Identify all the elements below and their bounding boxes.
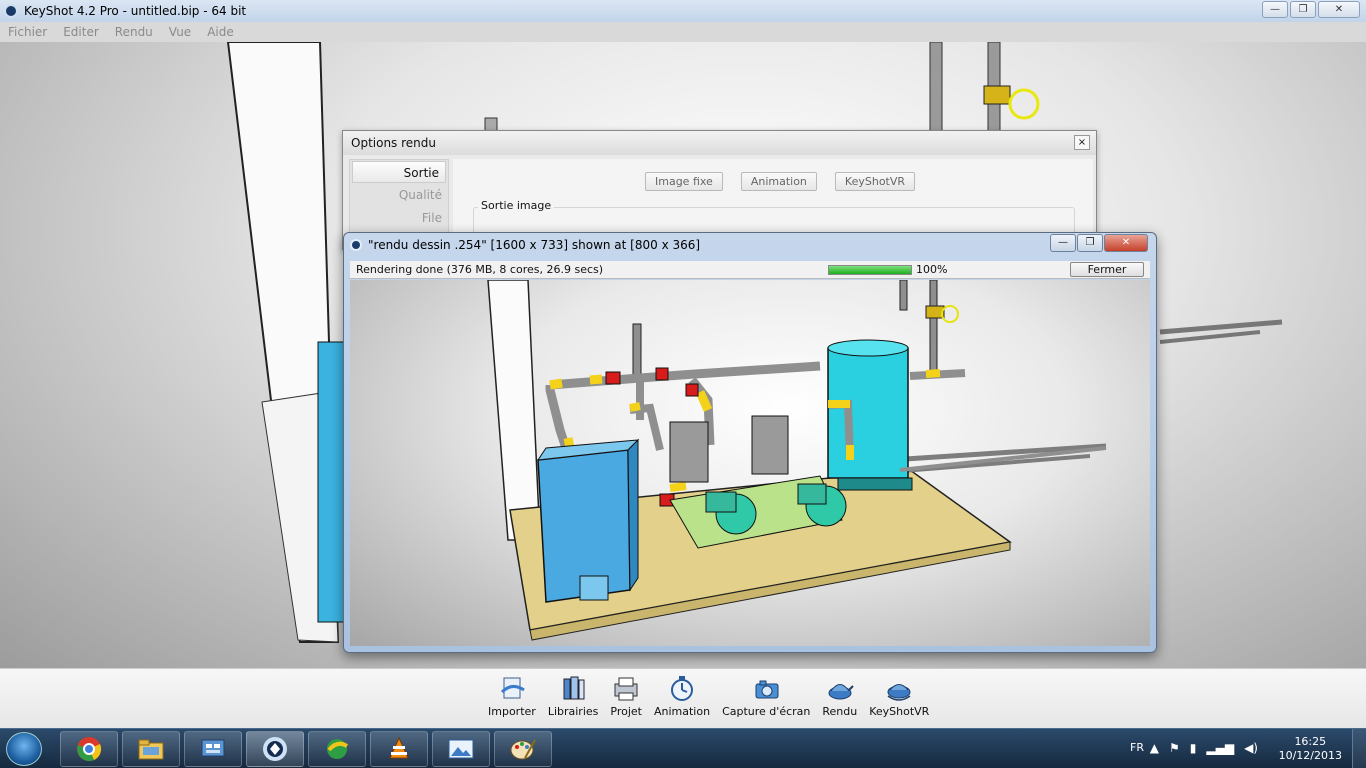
toolbar-rendu[interactable]: Rendu bbox=[816, 675, 863, 718]
taskbar-control-panel[interactable] bbox=[184, 731, 242, 767]
valve-red-2 bbox=[655, 367, 669, 381]
vlc-icon bbox=[389, 736, 409, 759]
toolbar-projet[interactable]: Projet bbox=[604, 675, 648, 718]
render-window-title: "rendu dessin .254" [1600 x 733] shown a… bbox=[368, 238, 701, 252]
render-options-title-text: Options rendu bbox=[351, 136, 436, 150]
tray-volume-icon[interactable]: ◀) bbox=[1244, 741, 1258, 755]
photo-viewer-icon bbox=[448, 739, 474, 759]
keyshotvr-label: KeyShotVR bbox=[869, 705, 930, 718]
tray-clock[interactable]: 16:25 10/12/2013 bbox=[1279, 735, 1342, 763]
toolbar-keyshotvr[interactable]: KeyShotVR bbox=[863, 675, 935, 718]
paint-icon bbox=[510, 739, 536, 760]
control-panel-icon bbox=[201, 739, 225, 757]
menu-aide[interactable]: Aide bbox=[207, 25, 234, 39]
keyshot-app-icon bbox=[4, 4, 18, 18]
keyshot-icon bbox=[263, 737, 287, 761]
sidebar-item-file[interactable]: File bbox=[350, 207, 448, 229]
render-progress-label: 100% bbox=[916, 263, 948, 276]
render-result-window: "rendu dessin .254" [1600 x 733] shown a… bbox=[343, 232, 1157, 653]
menu-rendu[interactable]: Rendu bbox=[115, 25, 153, 39]
taskbar-keyshot[interactable] bbox=[246, 731, 304, 767]
menu-fichier[interactable]: Fichier bbox=[8, 25, 47, 39]
heat-exchanger-2 bbox=[751, 415, 789, 475]
render-options-title: Options rendu × bbox=[343, 131, 1096, 155]
toolbar-capture[interactable]: Capture d'écran bbox=[716, 675, 816, 718]
render-progress-fill bbox=[829, 266, 911, 274]
clock-date: 10/12/2013 bbox=[1278, 749, 1342, 762]
render-window-controls: — ❐ ✕ bbox=[1050, 234, 1148, 252]
libraries-icon bbox=[558, 675, 588, 703]
output-type-tabs: Image fixe Animation KeyShotVR bbox=[645, 172, 916, 191]
project-icon bbox=[611, 675, 641, 703]
render-progress-bar bbox=[828, 265, 912, 275]
chrome-icon bbox=[77, 737, 102, 761]
taskbar-download-manager[interactable] bbox=[308, 731, 366, 767]
render-status-text: Rendering done (376 MB, 8 cores, 26.9 se… bbox=[356, 263, 604, 276]
animation-icon bbox=[667, 675, 697, 703]
toolbar-importer[interactable]: Importer bbox=[482, 675, 542, 718]
taskbar-paint[interactable] bbox=[494, 731, 552, 767]
render-status-bar: Rendering done (376 MB, 8 cores, 26.9 se… bbox=[350, 261, 1150, 279]
window-title: KeyShot 4.2 Pro - untitled.bip - 64 bit bbox=[24, 4, 247, 18]
rendered-scene bbox=[487, 280, 1107, 641]
taskbar-vlc[interactable] bbox=[370, 731, 428, 767]
windows-taskbar: FR ▲ ⚑ ▮ ▂▄▆ ◀) 16:25 10/12/2013 bbox=[0, 728, 1366, 768]
tray-flag-icon[interactable]: ⚑ bbox=[1169, 741, 1180, 755]
taskbar-chrome[interactable] bbox=[60, 731, 118, 767]
menu-editer[interactable]: Editer bbox=[63, 25, 99, 39]
keyshot-icon bbox=[350, 239, 362, 251]
clock-time: 16:25 bbox=[1294, 735, 1327, 748]
render-options-close-button[interactable]: × bbox=[1074, 135, 1090, 150]
maximize-button[interactable]: ❐ bbox=[1290, 1, 1316, 18]
sidebar-item-qualite[interactable]: Qualité bbox=[350, 184, 448, 206]
screenshot-icon bbox=[751, 675, 781, 703]
fermer-button[interactable]: Fermer bbox=[1070, 262, 1144, 277]
menu-vue[interactable]: Vue bbox=[169, 25, 191, 39]
close-button[interactable]: ✕ bbox=[1318, 1, 1360, 18]
tray-expand-icon[interactable]: ▲ bbox=[1150, 741, 1159, 755]
window-controls: — ❐ ✕ bbox=[1262, 1, 1360, 18]
toolbar-animation[interactable]: Animation bbox=[648, 675, 716, 718]
menu-bar: Fichier Editer Rendu Vue Aide bbox=[0, 22, 1366, 42]
storage-tank bbox=[827, 347, 909, 479]
importer-label: Importer bbox=[488, 705, 536, 718]
show-desktop-button[interactable] bbox=[1352, 729, 1366, 768]
valve-red-3 bbox=[685, 383, 699, 397]
main-titlebar: KeyShot 4.2 Pro - untitled.bip - 64 bit … bbox=[0, 0, 1366, 22]
tray-icons: ▲ ⚑ ▮ ▂▄▆ ◀) bbox=[1150, 741, 1258, 755]
heat-exchanger-1 bbox=[669, 421, 709, 483]
tray-network-icon[interactable]: ▮ bbox=[1190, 741, 1197, 755]
explorer-icon bbox=[138, 739, 164, 760]
tab-animation[interactable]: Animation bbox=[740, 172, 817, 191]
main-toolbar: Importer Librairies Projet Animation Cap… bbox=[0, 668, 1366, 728]
keyshotvr-icon bbox=[884, 675, 914, 703]
sidebar-item-sortie[interactable]: Sortie bbox=[352, 161, 446, 183]
render-icon bbox=[825, 675, 855, 703]
rendered-image bbox=[350, 280, 1150, 646]
capture-label: Capture d'écran bbox=[722, 705, 811, 718]
download-manager-icon bbox=[327, 739, 349, 759]
import-icon bbox=[497, 675, 527, 703]
start-button[interactable] bbox=[6, 732, 42, 766]
tab-keyshotvr[interactable]: KeyShotVR bbox=[834, 172, 916, 191]
taskbar-explorer[interactable] bbox=[122, 731, 180, 767]
tray-language[interactable]: FR bbox=[1130, 741, 1144, 754]
render-maximize-button[interactable]: ❐ bbox=[1077, 234, 1103, 252]
image-output-label: Sortie image bbox=[478, 199, 555, 212]
render-close-button[interactable]: ✕ bbox=[1104, 234, 1148, 252]
librairies-label: Librairies bbox=[547, 705, 599, 718]
render-window-titlebar: "rendu dessin .254" [1600 x 733] shown a… bbox=[350, 238, 700, 252]
rendu-label: Rendu bbox=[822, 705, 858, 718]
animation-label: Animation bbox=[653, 705, 711, 718]
taskbar-photo-viewer[interactable] bbox=[432, 731, 490, 767]
minimize-button[interactable]: — bbox=[1262, 1, 1288, 18]
valve-red-1 bbox=[605, 371, 621, 385]
toolbar-librairies[interactable]: Librairies bbox=[542, 675, 605, 718]
tray-signal-icon[interactable]: ▂▄▆ bbox=[1206, 741, 1234, 755]
projet-label: Projet bbox=[610, 705, 642, 718]
tab-image-fixe[interactable]: Image fixe bbox=[645, 172, 723, 191]
render-minimize-button[interactable]: — bbox=[1050, 234, 1076, 252]
